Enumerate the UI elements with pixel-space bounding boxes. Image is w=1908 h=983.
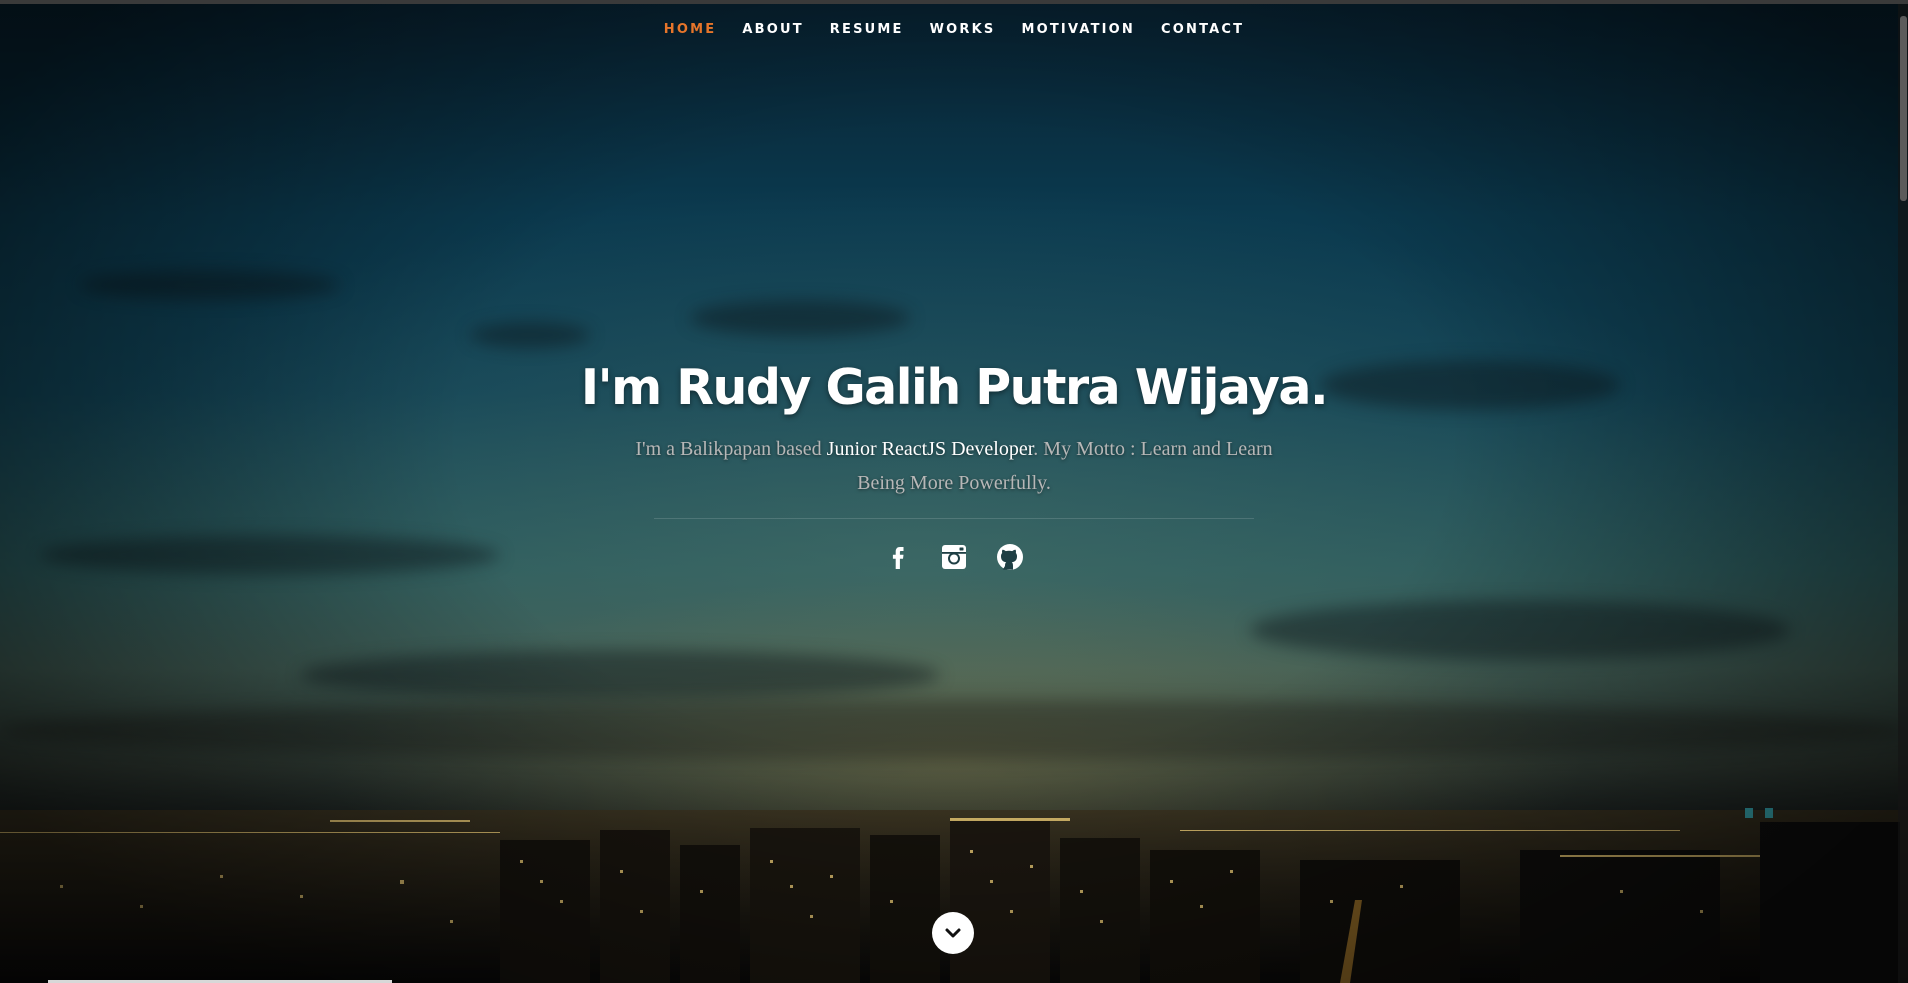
browser-top-strip: [0, 0, 1908, 4]
intro-text: I'm a Balikpapan based Junior ReactJS De…: [614, 432, 1294, 500]
page-title: I'm Rudy Galih Putra Wijaya.: [580, 359, 1329, 416]
nav-motivation[interactable]: MOTIVATION: [1008, 20, 1148, 40]
facebook-link[interactable]: [882, 541, 914, 573]
chevron-down-icon: [945, 928, 961, 938]
intro-role: Junior ReactJS Developer: [826, 438, 1034, 460]
instagram-link[interactable]: [938, 541, 970, 573]
nav-resume[interactable]: RESUME: [817, 20, 917, 40]
scrollbar-thumb[interactable]: [1900, 16, 1907, 201]
scroll-down-button[interactable]: [932, 912, 974, 954]
intro-before: I'm a Balikpapan based: [635, 438, 827, 460]
banner-divider: [654, 518, 1254, 519]
github-link[interactable]: [994, 541, 1026, 573]
nav-contact[interactable]: CONTACT: [1148, 20, 1257, 40]
nav-works[interactable]: WORKS: [917, 20, 1009, 40]
main-navigation: HOME ABOUT RESUME WORKS MOTIVATION CONTA…: [0, 20, 1908, 40]
nav-about[interactable]: ABOUT: [729, 20, 816, 40]
instagram-icon: [942, 545, 966, 569]
social-links: [0, 541, 1908, 573]
github-icon: [997, 544, 1023, 570]
home-banner: I'm Rudy Galih Putra Wijaya. I'm a Balik…: [0, 356, 1908, 573]
nav-home[interactable]: HOME: [651, 20, 730, 40]
facebook-icon: [892, 547, 904, 569]
